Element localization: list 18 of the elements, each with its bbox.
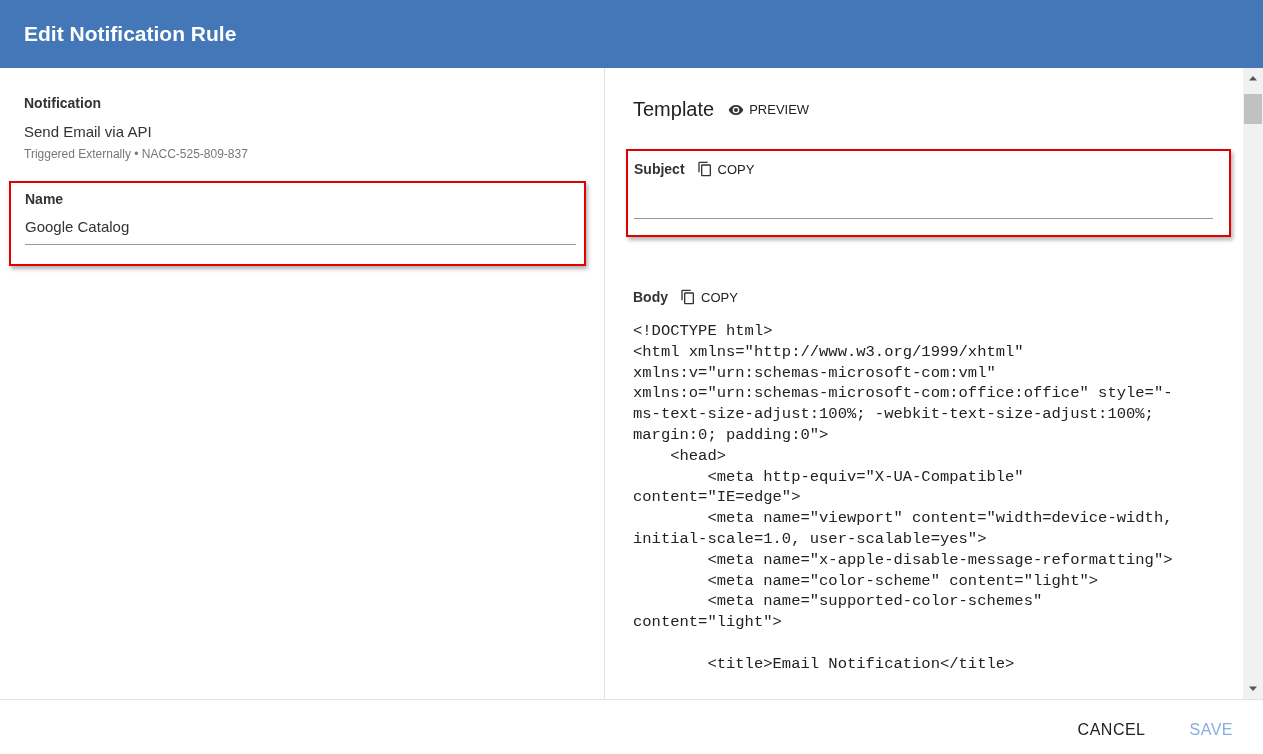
copy-icon: [696, 161, 713, 177]
scrollbar[interactable]: [1243, 68, 1263, 699]
dialog-title: Edit Notification Rule: [24, 22, 237, 46]
field-label: Name: [25, 191, 65, 207]
section-label: Notification: [24, 95, 102, 111]
copy-icon: [680, 289, 696, 305]
preview-button[interactable]: PREVIEW: [728, 99, 810, 120]
code-text: <!DOCTYPE html> <html xmlns="http://www.w3.org/1999/xhtml" xmlns:v="urn:schemas-microsoft-com:vml" xmlns:o="urn:schemas-microsoft-com:office:office" style="- ms-text-size-adjust:100%; -webkit-text-size-adjust:100%; margin:0; padding:0"> <head> <meta http-equiv="X-UA-Compatible" content="IE=edge"> <meta name="viewport" content="width=device-width, initial-scale=1.0, user-scalable=yes"> <meta name="x-apple-disable-message-reformatting"> <meta name="color-scheme" content="light"> <meta name="supported-color-schemes" content="light"> <title>Email Notification</title>: [633, 321, 1174, 675]
scrollbar-thumb[interactable]: [1244, 94, 1262, 124]
copy-button[interactable]: COPY: [696, 159, 755, 179]
notification-details: Triggered Externally • NACC-525-809-837: [24, 147, 249, 161]
notification-name: Send Email via API: [24, 123, 153, 140]
dialog-button[interactable]: CANCEL: [1069, 715, 1154, 745]
field-label: Body: [633, 289, 668, 305]
name-input-field[interactable]: Google Catalog: [25, 207, 576, 245]
template-title: Template: [633, 98, 715, 121]
field-label: Subject: [634, 161, 685, 177]
copy-button[interactable]: COPY: [680, 287, 738, 307]
